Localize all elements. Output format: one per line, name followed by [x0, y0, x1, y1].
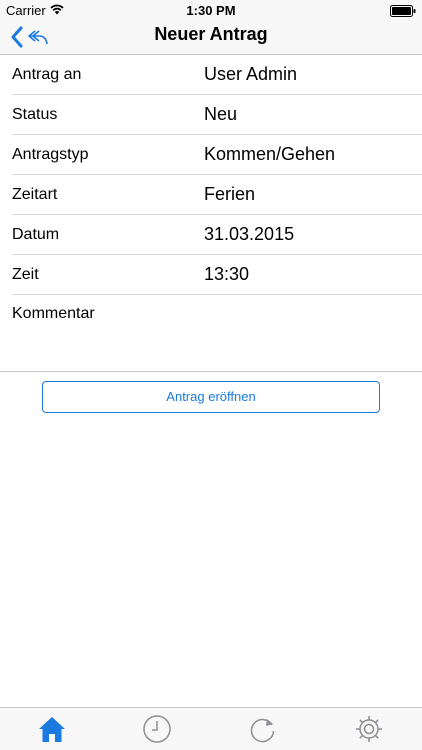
tab-home[interactable]: [34, 712, 70, 746]
row-value: Kommen/Gehen: [204, 144, 336, 164]
row-label: Zeitart: [12, 186, 58, 203]
row-value: Neu: [204, 104, 238, 124]
row-label: Zeit: [12, 266, 39, 283]
form-row-status[interactable]: Status Neu: [0, 95, 422, 135]
row-label: Datum: [12, 226, 60, 243]
row-value: 31.03.2015: [204, 224, 295, 244]
clock-icon: [143, 715, 171, 743]
form-row-time[interactable]: Zeit 13:30: [0, 255, 422, 295]
form-row-recipient[interactable]: Antrag an User Admin: [0, 55, 422, 95]
battery-icon: [390, 5, 416, 17]
status-time: 1:30 PM: [186, 3, 236, 18]
comment-label: Kommentar: [12, 305, 95, 322]
nav-bar: Neuer Antrag: [0, 22, 422, 55]
home-icon: [39, 717, 65, 742]
form-row-date[interactable]: Datum 31.03.2015: [0, 215, 422, 255]
request-form: Antrag an User Admin Status Neu Antragst…: [0, 55, 422, 372]
row-value: User Admin: [204, 64, 298, 84]
refresh-icon: [250, 718, 275, 743]
comment-field[interactable]: Kommentar: [0, 295, 422, 372]
row-label: Status: [12, 106, 58, 123]
tab-bar: [0, 707, 422, 750]
form-row-request-type[interactable]: Antragstyp Kommen/Gehen: [0, 135, 422, 175]
tab-time[interactable]: [139, 712, 175, 746]
gear-icon: [356, 716, 382, 742]
open-request-button[interactable]: Antrag eröffnen: [42, 381, 380, 413]
tab-sync[interactable]: [245, 712, 281, 746]
form-row-time-type[interactable]: Zeitart Ferien: [0, 175, 422, 215]
tab-settings[interactable]: [351, 712, 387, 746]
row-value: 13:30: [204, 264, 250, 284]
status-bar: Carrier 1:30 PM: [0, 0, 422, 22]
row-label: Antragstyp: [12, 146, 89, 163]
row-value: Ferien: [204, 184, 256, 204]
page-title: Neuer Antrag: [154, 24, 268, 44]
row-label: Antrag an: [12, 66, 82, 83]
